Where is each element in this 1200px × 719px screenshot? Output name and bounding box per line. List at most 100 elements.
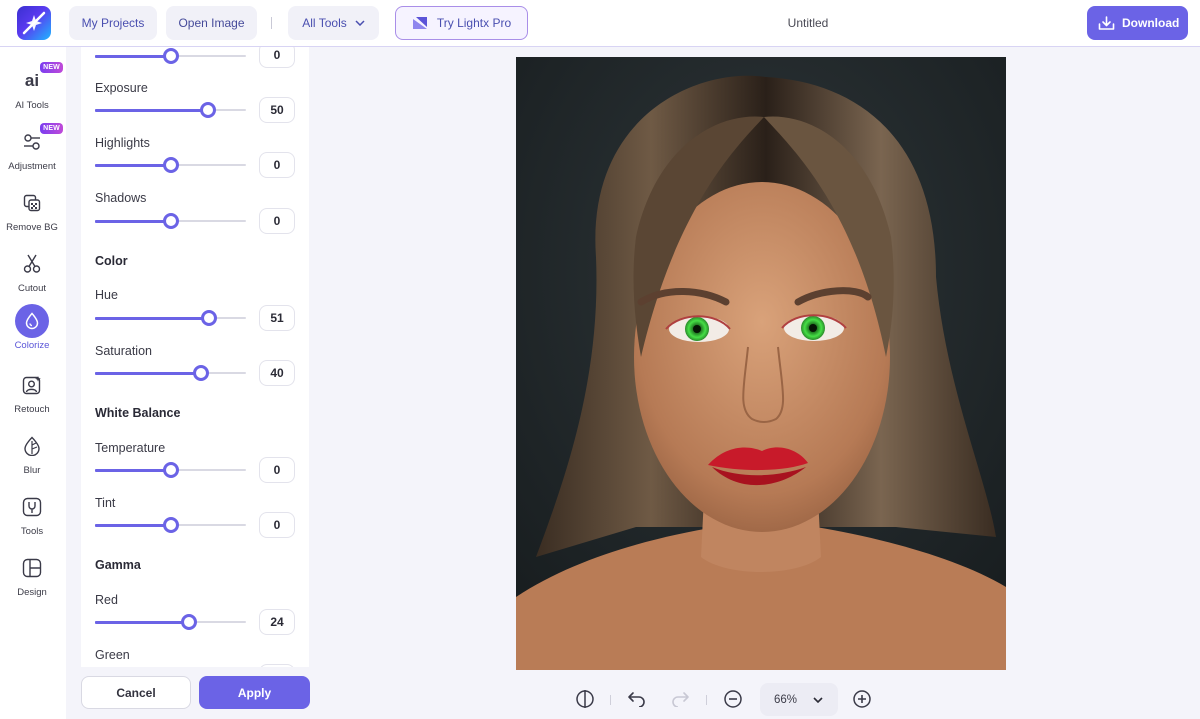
sidebar-item-cutout[interactable]: Cutout: [0, 247, 64, 303]
slider-fill: [95, 317, 209, 320]
try-pro-label: Try Lightx Pro: [436, 16, 512, 30]
sliders-icon: NEW: [15, 123, 63, 159]
slider-thumb[interactable]: [192, 365, 209, 381]
red-label: Red: [95, 593, 118, 607]
design-icon: [15, 551, 49, 585]
sidebar-item-ai-tools[interactable]: ai NEW AI Tools: [0, 62, 64, 120]
slider-fill: [95, 164, 171, 167]
hue-slider[interactable]: [95, 310, 246, 326]
pro-crown-icon: [412, 17, 427, 29]
gamma-section-title: Gamma: [95, 558, 141, 572]
shadows-label: Shadows: [95, 191, 147, 205]
compare-icon[interactable]: [574, 688, 596, 710]
download-label: Download: [1122, 16, 1180, 30]
exposure-slider[interactable]: [95, 102, 246, 118]
temperature-label: Temperature: [95, 441, 166, 455]
zoom-in-icon[interactable]: [851, 688, 873, 710]
sidebar-item-colorize[interactable]: Colorize: [0, 304, 64, 360]
my-projects-button[interactable]: My Projects: [69, 6, 157, 40]
apply-button[interactable]: Apply: [199, 676, 310, 709]
temperature-value-input[interactable]: 0: [259, 457, 295, 483]
exposure-value-input[interactable]: 50: [259, 97, 295, 123]
sidebar-item-label: Blur: [23, 465, 41, 476]
temperature-slider[interactable]: [95, 462, 246, 478]
slider-fill: [95, 469, 171, 472]
canvas-image[interactable]: [516, 57, 1006, 670]
green-label: Green: [95, 648, 130, 662]
left-tool-rail: ai NEW AI Tools NEW Adjustment Remove BG…: [0, 47, 66, 719]
divider: [706, 695, 707, 705]
slider-thumb[interactable]: [201, 310, 217, 326]
zoom-value: 66%: [774, 693, 798, 706]
sidebar-item-label: AI Tools: [15, 100, 49, 111]
hue-label: Hue: [95, 288, 118, 302]
sidebar-item-label: Colorize: [14, 340, 50, 351]
try-pro-button[interactable]: Try Lightx Pro: [395, 6, 528, 40]
highlights-value-input[interactable]: 0: [259, 152, 295, 178]
divider: [610, 695, 611, 705]
tools-icon: [15, 490, 49, 524]
zoom-select[interactable]: 66%: [760, 683, 838, 716]
sidebar-item-tools[interactable]: Tools: [0, 490, 64, 546]
hue-value-input[interactable]: 51: [259, 305, 295, 331]
red-slider[interactable]: [95, 614, 246, 630]
sidebar-item-label: Tools: [20, 526, 44, 537]
chevron-down-icon: [813, 696, 823, 703]
chevron-down-icon: [355, 20, 365, 26]
retouch-icon: [15, 368, 49, 402]
remove-bg-icon: [15, 186, 49, 220]
green-value-input[interactable]: [259, 664, 295, 667]
shadows-slider[interactable]: [95, 213, 246, 229]
undo-icon[interactable]: [626, 688, 648, 710]
tint-slider[interactable]: [95, 517, 246, 533]
top-slider[interactable]: [95, 48, 246, 64]
slider-thumb[interactable]: [180, 614, 197, 630]
sidebar-item-blur[interactable]: Blur: [0, 429, 64, 485]
highlights-label: Highlights: [95, 136, 150, 150]
exposure-label: Exposure: [95, 81, 148, 95]
sidebar-item-label: Retouch: [14, 404, 50, 415]
all-tools-label: All Tools: [302, 16, 347, 30]
sidebar-item-remove-bg[interactable]: Remove BG: [0, 186, 64, 242]
zoom-out-icon[interactable]: [722, 688, 744, 710]
slider-fill: [95, 372, 201, 375]
lightx-logo-icon[interactable]: [17, 6, 51, 40]
slider-thumb[interactable]: [200, 102, 217, 118]
saturation-slider[interactable]: [95, 365, 246, 381]
open-image-button[interactable]: Open Image: [166, 6, 257, 40]
slider-thumb[interactable]: [162, 48, 179, 64]
divider: [271, 17, 272, 29]
all-tools-dropdown[interactable]: All Tools: [288, 6, 379, 40]
sidebar-item-label: Remove BG: [6, 222, 58, 233]
tint-label: Tint: [95, 496, 116, 510]
download-button[interactable]: Download: [1087, 6, 1188, 40]
red-value-input[interactable]: 24: [259, 609, 295, 635]
cancel-button[interactable]: Cancel: [81, 676, 191, 709]
slider-thumb[interactable]: [162, 213, 179, 229]
blur-icon: [15, 429, 49, 463]
slider-fill: [95, 524, 171, 527]
droplet-icon: [15, 304, 49, 338]
sidebar-item-retouch[interactable]: Retouch: [0, 368, 64, 424]
document-title: Untitled: [787, 16, 829, 30]
ai-icon: ai NEW: [15, 62, 63, 98]
new-badge: NEW: [40, 62, 63, 73]
slider-thumb[interactable]: [162, 462, 179, 478]
highlights-slider[interactable]: [95, 157, 246, 173]
tint-value-input[interactable]: 0: [259, 512, 295, 538]
scissors-icon: [15, 247, 49, 281]
sidebar-item-adjustment[interactable]: NEW Adjustment: [0, 123, 64, 181]
redo-icon[interactable]: [669, 688, 691, 710]
top-value-input[interactable]: 0: [259, 47, 295, 68]
sidebar-item-label: Design: [17, 587, 47, 598]
slider-thumb[interactable]: [162, 517, 179, 533]
slider-thumb[interactable]: [162, 157, 179, 173]
sidebar-item-label: Adjustment: [8, 161, 56, 172]
shadows-value-input[interactable]: 0: [259, 208, 295, 234]
saturation-value-input[interactable]: 40: [259, 360, 295, 386]
portrait-photo: [516, 57, 1006, 670]
sidebar-item-label: Cutout: [18, 283, 46, 294]
sidebar-item-design[interactable]: Design: [0, 551, 64, 607]
new-badge: NEW: [40, 123, 63, 134]
white-balance-section-title: White Balance: [95, 406, 181, 420]
